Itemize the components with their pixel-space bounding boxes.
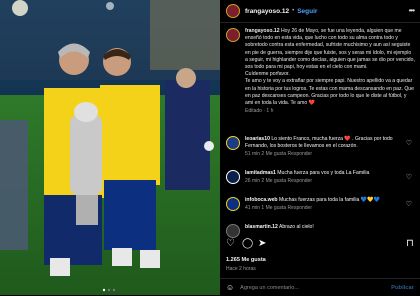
post-time: Hace 2 horas xyxy=(226,266,256,272)
reply-link[interactable]: Responder xyxy=(288,151,312,157)
avatar[interactable] xyxy=(226,197,240,211)
comment-text: Abrazo al cielo! xyxy=(278,224,314,230)
avatar[interactable] xyxy=(226,28,240,42)
caption-line3: Te amo y te voy a extrañar por siempre p… xyxy=(245,78,414,107)
likes-count[interactable]: 1.265 Me gusta xyxy=(226,257,266,263)
comment-time: 41 min xyxy=(245,205,261,211)
comment-item: infoboca.web Muchas fuerzas para toda la… xyxy=(226,197,416,212)
like-comment-icon[interactable]: ♡ xyxy=(406,173,412,181)
comment-text-block: blasmartin.12 Abrazo al cielo! xyxy=(245,224,405,238)
caption-username[interactable]: frangayoso.12 xyxy=(245,28,280,34)
emoji-icon[interactable]: ☺ xyxy=(226,283,234,292)
avatar[interactable] xyxy=(226,136,240,150)
comment-username[interactable]: infoboca.web xyxy=(245,197,278,203)
post-actions-bar: ♡ ◯ ➤ ⊓ xyxy=(226,238,416,252)
avatar[interactable] xyxy=(226,170,240,184)
caption: frangayoso.12 Hoy 26 de Mayo, se fue una… xyxy=(226,28,416,115)
post-side-panel: frangayoso.12 • Seguir ••• frangayoso.12… xyxy=(220,0,420,295)
comment-meta: 26 min 2 Me gusta Responder xyxy=(245,178,405,185)
avatar[interactable] xyxy=(226,224,240,238)
post-header: frangayoso.12 • Seguir ••• xyxy=(220,0,420,23)
reply-link[interactable]: Responder xyxy=(288,178,312,184)
comment-text: Muchas fuerzas para toda la familia 💙💛💙 xyxy=(278,197,380,203)
comment-item: leoarias10 Lo siento Franco, mucha fuerz… xyxy=(226,136,416,158)
more-options-icon[interactable]: ••• xyxy=(409,6,415,15)
comment-text-block: lamitadmas1 Mucha fuerza para vos y toda… xyxy=(245,170,405,185)
follow-button[interactable]: Seguir xyxy=(297,8,317,15)
caption-line2: Cuídenme porfavor. xyxy=(245,71,290,78)
comment-icon[interactable]: ◯ xyxy=(242,238,253,250)
comment-text-block: leoarias10 Lo siento Franco, mucha fuerz… xyxy=(245,136,405,158)
caption-text-block: frangayoso.12 Hoy 26 de Mayo, se fue una… xyxy=(245,28,415,115)
comment-meta: 41 min 1 Me gusta Responder xyxy=(245,205,405,212)
comment-time: 51 min xyxy=(245,151,261,157)
like-comment-icon[interactable]: ♡ xyxy=(406,200,412,208)
separator-dot: • xyxy=(292,8,295,14)
like-comment-icon[interactable]: ♡ xyxy=(406,139,412,147)
comment-likes: 1 Me gusta xyxy=(261,205,287,211)
caption-text: Hoy 26 de Mayo, se fue una leyenda, algu… xyxy=(245,28,415,71)
comment-likes: 2 Me gusta xyxy=(261,151,287,157)
comment-username[interactable]: leoarias10 xyxy=(245,136,270,142)
comment-text-block: infoboca.web Muchas fuerzas para toda la… xyxy=(245,197,405,212)
header-username[interactable]: frangayoso.12 xyxy=(245,8,289,15)
comment-item: lamitadmas1 Mucha fuerza para vos y toda… xyxy=(226,170,416,185)
add-comment-bar: ☺ Agrega un comentario... Publicar xyxy=(220,278,420,296)
comment-likes: 2 Me gusta xyxy=(261,178,287,184)
stadium-celebration-image xyxy=(0,0,220,295)
bookmark-icon[interactable]: ⊓ xyxy=(406,238,414,250)
comment-username[interactable]: lamitadmas1 xyxy=(245,170,276,176)
comment-meta: 51 min 2 Me gusta Responder xyxy=(245,151,405,158)
avatar[interactable] xyxy=(226,4,240,18)
caption-meta: Editado · 1 h xyxy=(245,108,274,115)
comment-text: Mucha fuerza para vos y toda La Familia xyxy=(277,170,370,176)
comment-username[interactable]: blasmartin.12 xyxy=(245,224,278,230)
heart-icon[interactable]: ♡ xyxy=(226,238,235,250)
share-icon[interactable]: ➤ xyxy=(258,238,266,250)
reply-link[interactable]: Responder xyxy=(288,205,312,211)
post-photo[interactable] xyxy=(0,0,220,295)
comment-item: blasmartin.12 Abrazo al cielo! xyxy=(226,224,416,238)
publish-button[interactable]: Publicar xyxy=(391,285,414,291)
instagram-post-window: frangayoso.12 • Seguir ••• frangayoso.12… xyxy=(0,0,420,295)
comment-time: 26 min xyxy=(245,178,261,184)
comment-input[interactable]: Agrega un comentario... xyxy=(240,285,299,291)
